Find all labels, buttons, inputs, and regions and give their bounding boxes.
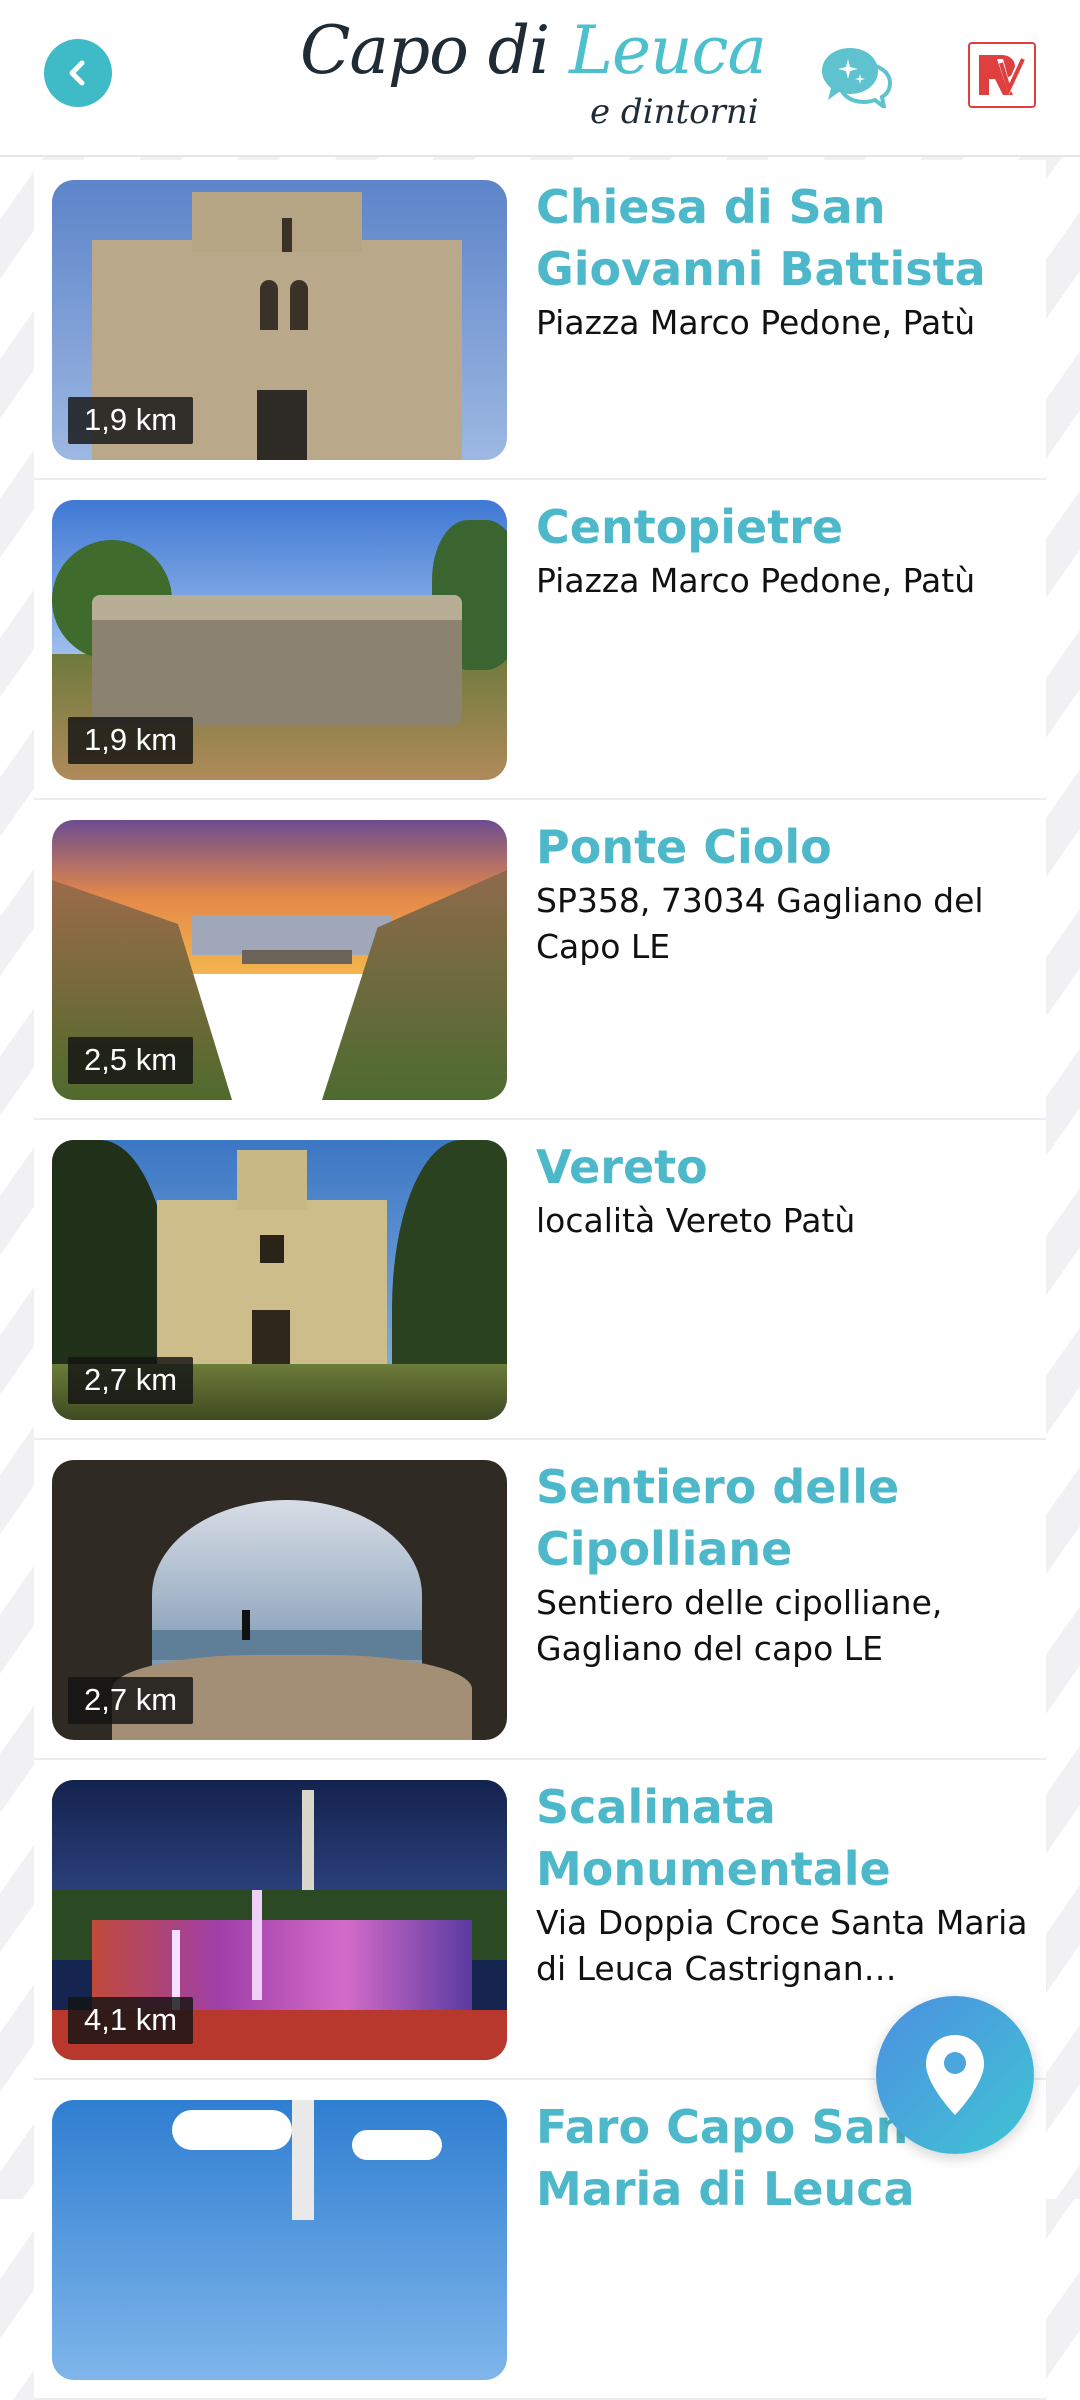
place-address: SP358, 73034 Gagliano del Capo LE: [536, 881, 984, 966]
place-title: Chiesa di San Giovanni Battista: [536, 180, 986, 296]
place-photo: 1,9 km: [52, 180, 507, 460]
chat-bubbles-icon: [822, 48, 893, 112]
place-address: Piazza Marco Pedone, Patù: [536, 561, 976, 600]
chat-button[interactable]: [820, 42, 893, 112]
place-address: Piazza Marco Pedone, Patù: [536, 303, 976, 342]
place-address: Sentiero delle cipolliane, Gagliano del …: [536, 1583, 943, 1668]
list-item[interactable]: 1,9 km Centopietre Piazza Marco Pedone, …: [34, 480, 1046, 800]
place-title: Ponte Ciolo: [536, 820, 832, 874]
list-item[interactable]: 2,5 km Ponte Ciolo SP358, 73034 Gagliano…: [34, 800, 1046, 1120]
distance-badge: 4,1 km: [68, 1997, 194, 2044]
list-item[interactable]: 1,9 km Chiesa di San Giovanni Battista P…: [34, 160, 1046, 480]
app-logo: Capo di Leuca e dintorni: [300, 12, 780, 132]
distance-badge: 2,7 km: [68, 1677, 194, 1724]
place-title: Vereto: [536, 1140, 708, 1194]
place-photo: 4,1 km: [52, 1780, 507, 2060]
chevron-left-icon: [69, 60, 85, 86]
logo-text-part2: Leuca: [569, 12, 767, 89]
brand-logo-button[interactable]: [968, 42, 1036, 108]
brand-rv-icon: [979, 55, 1027, 95]
place-title: Scalinata Monumentale: [536, 1780, 891, 1896]
back-button[interactable]: [44, 39, 112, 107]
place-photo: 2,7 km: [52, 1140, 507, 1420]
list-item[interactable]: 2,7 km Sentiero delle Cipolliane Sentier…: [34, 1440, 1046, 1760]
place-title: Sentiero delle Cipolliane: [536, 1460, 900, 1576]
place-photo: 2,5 km: [52, 820, 507, 1100]
distance-badge: 1,9 km: [68, 717, 194, 764]
logo-text-part1: Capo di: [300, 12, 570, 89]
map-pin-icon: [926, 2035, 984, 2115]
list-item[interactable]: 2,7 km Vereto località Vereto Patù: [34, 1120, 1046, 1440]
distance-badge: 2,7 km: [68, 1357, 194, 1404]
place-photo: [52, 2100, 507, 2380]
place-title: Centopietre: [536, 500, 844, 554]
distance-badge: 1,9 km: [68, 397, 194, 444]
place-photo: 2,7 km: [52, 1460, 507, 1740]
distance-badge: 2,5 km: [68, 1037, 194, 1084]
place-photo: 1,9 km: [52, 500, 507, 780]
place-address: Via Doppia Croce Santa Maria di Leuca Ca…: [536, 1903, 1028, 1988]
map-fab-button[interactable]: [876, 1996, 1034, 2154]
app-header: Capo di Leuca e dintorni: [0, 0, 1080, 157]
place-address: località Vereto Patù: [536, 1201, 856, 1240]
list-item[interactable]: Faro Capo Santa Maria di Leuca: [34, 2080, 1046, 2400]
logo-subtitle: e dintorni: [590, 92, 759, 132]
